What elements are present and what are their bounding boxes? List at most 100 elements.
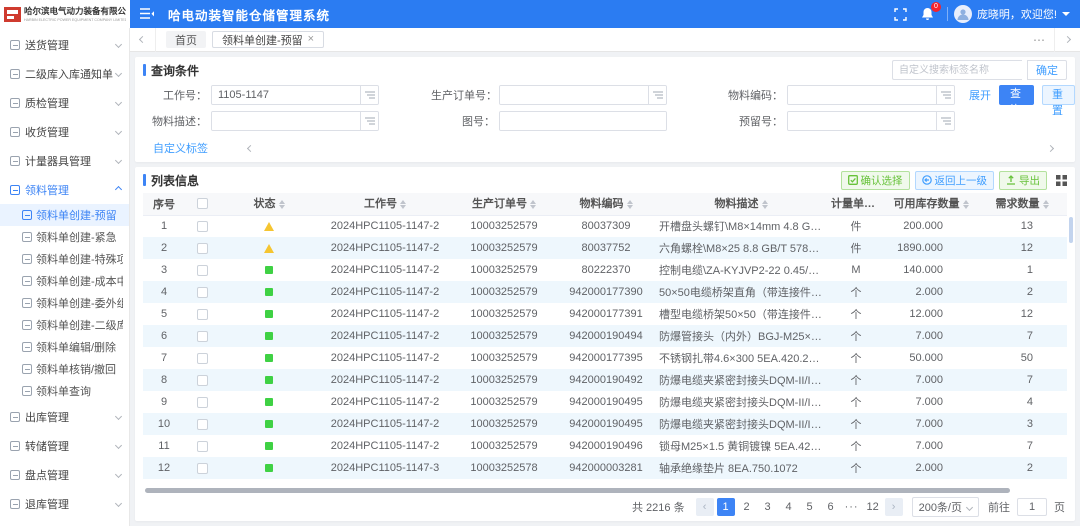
page-button-12[interactable]: 12 [864,498,882,516]
next-page-button[interactable]: › [885,498,903,516]
sidebar-item[interactable]: 出库管理 [0,402,129,431]
sidebar-subitem[interactable]: 领料单创建-委外组件 [0,292,129,314]
sidebar-subitem[interactable]: 领料单创建-成本中心 [0,270,129,292]
tab-home[interactable]: 首页 [166,31,206,48]
confirm-tag-button[interactable]: 确定 [1027,60,1067,80]
page-button-4[interactable]: 4 [780,498,798,516]
column-settings-icon[interactable] [1056,175,1067,186]
sort-icon[interactable] [963,197,969,212]
col-header-material-code[interactable]: 物料编码 [557,193,655,215]
fullscreen-icon[interactable] [894,8,907,21]
sort-icon[interactable] [279,197,285,212]
filter-icon[interactable] [648,86,666,104]
table-row[interactable]: 12 2024HPC1105-1147-3 10003252578 942000… [143,457,1067,479]
sort-icon[interactable] [1043,197,1049,212]
page-size-select[interactable]: 200条/页 [912,497,979,517]
prev-page-button[interactable]: ‹ [696,498,714,516]
row-checkbox[interactable] [197,463,208,474]
table-row[interactable]: 9 2024HPC1105-1147-2 10003252579 9420001… [143,391,1067,413]
material-code-input[interactable] [788,86,936,104]
filter-icon[interactable] [360,112,378,130]
filter-icon[interactable] [936,86,954,104]
order-no-input[interactable] [500,86,648,104]
col-header-material-desc[interactable]: 物料描述 [655,193,827,215]
tab-more-icon[interactable]: ⋯ [1025,33,1054,47]
notification-bell-icon[interactable]: 0 [921,7,934,21]
col-header-work-no[interactable]: 工作号 [319,193,451,215]
page-button-1[interactable]: 1 [717,498,735,516]
sidebar-item[interactable]: 送货管理 [0,30,129,59]
tab-requisition-reserve[interactable]: 领料单创建-预留× [212,31,324,48]
row-checkbox[interactable] [197,441,208,452]
col-header-demand[interactable]: 需求数量 [977,193,1067,215]
sidebar-subitem[interactable]: 领料单创建-特殊项目 [0,248,129,270]
sidebar-subitem[interactable]: 领料单创建-紧急 [0,226,129,248]
table-row[interactable]: 1 2024HPC1105-1147-2 10003252579 8003730… [143,215,1067,237]
sort-icon[interactable] [627,197,633,212]
table-row[interactable]: 11 2024HPC1105-1147-2 10003252579 942000… [143,435,1067,457]
table-row[interactable]: 8 2024HPC1105-1147-2 10003252579 9420001… [143,369,1067,391]
sidebar-item[interactable]: 计量器具管理 [0,146,129,175]
tab-scroll-left[interactable] [130,28,156,52]
row-checkbox[interactable] [197,221,208,232]
row-checkbox[interactable] [197,309,208,320]
tags-scroll-right-icon[interactable] [1047,144,1054,151]
row-checkbox[interactable] [197,419,208,430]
row-checkbox[interactable] [197,243,208,254]
row-checkbox[interactable] [197,397,208,408]
tags-scroll-left-icon[interactable] [247,144,254,151]
vertical-scrollbar[interactable] [1069,217,1073,337]
row-checkbox[interactable] [197,331,208,342]
sidebar-item[interactable]: 收货管理 [0,117,129,146]
reserve-no-input[interactable] [788,112,936,130]
avatar[interactable] [954,5,972,23]
material-desc-input[interactable] [212,112,360,130]
sidebar-subitem[interactable]: 领料单查询 [0,380,129,402]
expand-link[interactable]: 展开 [969,87,991,103]
sort-icon[interactable] [762,197,768,212]
collapse-sidebar-icon[interactable] [140,8,154,20]
sidebar-subitem[interactable]: 领料单创建-二级库 [0,314,129,336]
sidebar-subitem[interactable]: 领料单创建-预留 [0,204,129,226]
sidebar-item[interactable]: 盘点管理 [0,460,129,489]
table-row[interactable]: 4 2024HPC1105-1147-2 10003252579 9420001… [143,281,1067,303]
select-all-checkbox[interactable] [197,198,208,209]
drawing-no-input[interactable] [500,112,666,130]
page-button-6[interactable]: 6 [822,498,840,516]
table-row[interactable]: 3 2024HPC1105-1147-2 10003252579 8022237… [143,259,1067,281]
work-no-input[interactable] [212,86,360,104]
page-button-2[interactable]: 2 [738,498,756,516]
page-button-3[interactable]: 3 [759,498,777,516]
sort-icon[interactable] [400,197,406,212]
table-row[interactable]: 7 2024HPC1105-1147-2 10003252579 9420001… [143,347,1067,369]
col-header-unit[interactable]: 计量单位 [827,193,885,215]
user-menu-caret-icon[interactable] [1062,12,1070,16]
table-row[interactable]: 10 2024HPC1105-1147-2 10003252579 942000… [143,413,1067,435]
sidebar-subitem[interactable]: 领料单核销/撤回 [0,358,129,380]
goto-page-input[interactable] [1017,498,1047,516]
col-header-stock[interactable]: 可用库存数量 [885,193,977,215]
table-row[interactable]: 2 2024HPC1105-1147-2 10003252579 8003775… [143,237,1067,259]
col-header-order-no[interactable]: 生产订单号 [451,193,557,215]
sidebar-item[interactable]: 质检管理 [0,88,129,117]
sidebar-item[interactable]: 领料管理 [0,175,129,204]
export-button[interactable]: 导出 [999,171,1047,190]
back-button[interactable]: 返回上一级 [915,171,995,190]
search-button[interactable]: 查 询 [999,85,1034,105]
close-tab-icon[interactable]: × [308,34,314,45]
sort-icon[interactable] [878,197,884,212]
page-button-5[interactable]: 5 [801,498,819,516]
row-checkbox[interactable] [197,287,208,298]
row-checkbox[interactable] [197,265,208,276]
confirm-select-button[interactable]: 确认选择 [841,171,910,190]
col-header-status[interactable]: 状态 [219,193,319,215]
sidebar-item[interactable]: 退库管理 [0,489,129,518]
row-checkbox[interactable] [197,375,208,386]
sidebar-subitem[interactable]: 领料单编辑/删除 [0,336,129,358]
custom-tag-name-input[interactable] [892,60,1022,80]
filter-icon[interactable] [360,86,378,104]
reset-button[interactable]: 重 置 [1042,85,1075,105]
table-row[interactable]: 6 2024HPC1105-1147-2 10003252579 9420001… [143,325,1067,347]
row-checkbox[interactable] [197,353,208,364]
sidebar-item[interactable]: 转储管理 [0,431,129,460]
